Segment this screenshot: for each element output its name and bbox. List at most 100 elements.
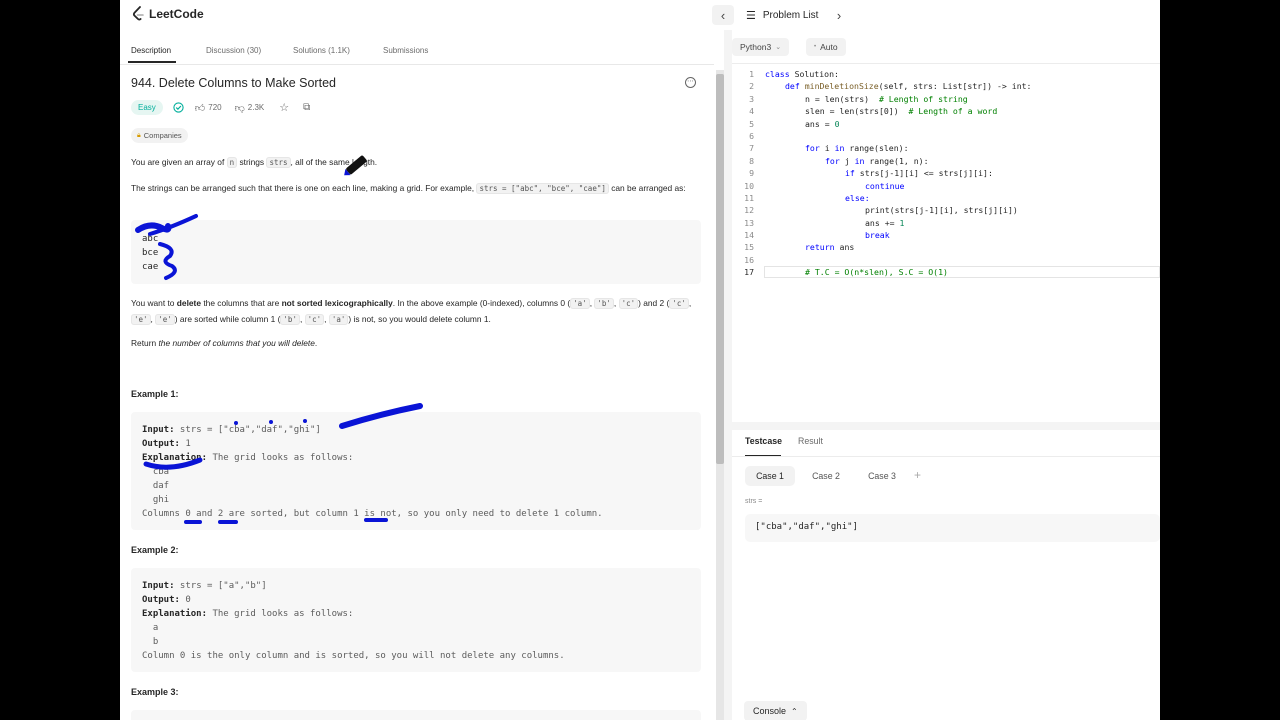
dislike-count: 2.3K [247,103,265,112]
tab-testcase[interactable]: Testcase [745,436,782,446]
chevron-left-icon: ‹ [720,7,726,23]
text: You are given an array of [131,157,227,167]
line-number: 5 [749,118,754,129]
inline-code: 'b' [280,313,300,325]
companies-tag[interactable]: 🔒︎ Companies [131,128,188,143]
value: 1 [179,439,191,449]
description-scrollbar-thumb[interactable] [716,74,724,464]
value: strs = ["cba","daf","ghi"] [174,425,321,435]
code-token: 0 [834,118,840,129]
code-line: 17 # T.C = O(n*slen), S.C = O(1) [732,266,1160,278]
text: , [688,298,692,308]
console-button[interactable]: Console ⌃ [744,701,807,720]
code-token: slen = len(strs[0]) [805,106,909,117]
tab-submissions[interactable]: Submissions [383,46,428,55]
like-button[interactable]: 👍︎ 720 [195,102,222,114]
tab-solutions[interactable]: Solutions (1.1K) [293,46,350,55]
text: strings [237,157,267,167]
share-icon[interactable]: ⧉ [303,102,310,113]
line-number: 12 [744,205,754,216]
dislike-button[interactable]: 👎︎ 2.3K [235,102,265,114]
code-editor[interactable]: 1 class Solution: 2 def minDeletionSize(se… [732,68,1160,279]
leetcode-window: LeetCode ‹ ☰ Problem List › Description … [120,0,1160,720]
like-count: 720 [208,103,222,112]
lock-icon: 🔒︎ [137,131,141,139]
code-token: break [865,230,890,241]
tab-discussion[interactable]: Discussion (30) [206,46,261,55]
line-number: 6 [749,130,754,141]
solved-check-icon [173,102,184,113]
tab-result[interactable]: Result [798,436,823,446]
case-2-button[interactable]: Case 2 [802,466,850,486]
editor-console-splitter[interactable] [732,422,1160,430]
italic-text: the number of columns that you will dele… [158,338,315,348]
code-token: range(slen): [849,143,909,154]
line-number: 11 [744,192,754,203]
code-token: ans += [865,217,900,228]
chevron-down-icon: ⌄ [775,44,782,51]
code-token: continue [865,180,905,191]
grid-example-block: abc bce cae [131,220,701,284]
code-token: else: [845,192,870,203]
more-options-icon[interactable]: ⋯ [685,77,696,88]
line-number: 15 [744,242,754,253]
auto-mode-toggle[interactable]: • Auto [806,38,846,56]
auto-label: Auto [820,42,838,52]
case-1-button[interactable]: Case 1 [745,466,795,486]
code-token: print(strs[j-1][i], strs[j][i]) [865,205,1018,216]
previous-problem-button[interactable]: ‹ [712,5,734,25]
inline-code: 'e' [131,313,151,325]
line-number: 14 [744,230,754,241]
leetcode-logo[interactable]: LeetCode [132,6,204,22]
line-number: 7 [749,143,754,154]
text: , [299,313,305,324]
code-line: 10 continue [732,180,1160,192]
line-number: 17 [744,267,754,278]
language-select[interactable]: Python3 ⌄ [732,38,790,56]
case-3-button[interactable]: Case 3 [858,466,906,486]
code-token: ans [839,242,855,253]
text: ) is not, so you would delete column 1. [348,313,491,324]
code-token: # Length of a word [908,106,998,117]
panel-splitter[interactable] [724,30,732,720]
grid-row: cba [142,467,170,477]
description-paragraph-2: The strings can be arranged such that th… [131,181,701,197]
text: , [613,298,619,308]
next-problem-button[interactable]: › [828,5,850,25]
code-line: 5 ans = 0 [732,118,1160,130]
code-line: 16 [732,254,1160,266]
list-icon: ☰ [746,10,756,22]
description-paragraph-3: You want to delete the columns that are … [131,296,701,327]
text: can be arranged as: [608,183,686,193]
add-case-icon[interactable]: + [914,468,921,482]
testcase-tabs-divider [732,456,1160,457]
star-icon[interactable]: ☆ [279,101,289,114]
code-token: range(1, n): [869,155,929,166]
text: , all of the same length. [290,157,378,167]
inline-code: 'a' [328,313,349,325]
grid-row: b [142,637,159,647]
label: Explanation: [142,453,208,463]
line-number: 10 [744,180,754,191]
text: . [314,338,318,348]
text: You want to [131,298,177,308]
value: strs = ["a","b"] [174,581,267,591]
code-line: 4 slen = len(strs[0]) # Length of a word [732,105,1160,117]
code-line: 13 ans += 1 [732,217,1160,229]
line-number: 8 [749,155,754,166]
label: Output: [142,439,180,449]
tab-description[interactable]: Description [131,46,171,55]
code-token: def [785,81,805,92]
testcase-input[interactable]: ["cba","daf","ghi"] [745,514,1160,542]
problem-list-button[interactable]: ☰ Problem List [746,9,818,22]
code-token: j [844,155,855,166]
bullet-icon: • [814,44,817,50]
description-paragraph-4: Return the number of columns that you wi… [131,336,701,351]
code-token: class [765,69,795,79]
example-1-block: Input: strs = ["cba","daf","ghi"] Output:… [131,412,701,530]
explanation-text: Column 0 is the only column and is sorte… [142,651,565,661]
inline-code: strs [266,157,291,168]
code-line: 9 if strs[j-1][i] <= strs[j][i]: [732,167,1160,179]
code-line: 12 print(strs[j-1][i], strs[j][i]) [732,204,1160,216]
tabs-divider [120,64,714,65]
